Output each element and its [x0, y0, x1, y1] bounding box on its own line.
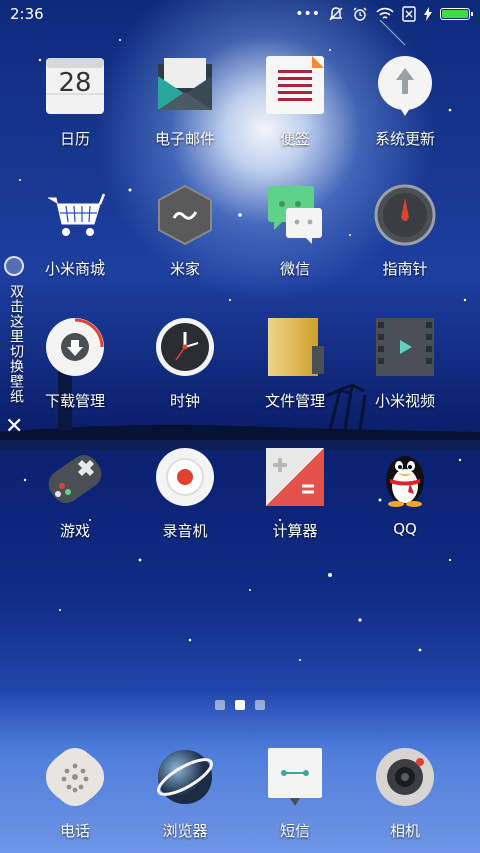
compass-icon	[374, 184, 436, 246]
clock-icon	[154, 316, 216, 378]
app-label: 小米商城	[44, 260, 105, 278]
app-download-manager[interactable]: 下载管理	[20, 316, 130, 436]
qq-penguin-icon	[374, 446, 436, 508]
recorder-icon	[154, 446, 216, 508]
app-system-update[interactable]: 系统更新	[350, 54, 460, 174]
status-bar: 2:36 •••	[0, 0, 480, 28]
notes-icon	[264, 54, 326, 116]
app-label: 电子邮件	[154, 130, 215, 148]
download-icon	[44, 316, 106, 378]
wallpaper-switch-hint[interactable]: 双击这里切换壁纸	[6, 284, 26, 404]
app-qq[interactable]: QQ	[350, 446, 460, 566]
app-compass[interactable]: 指南针	[350, 184, 460, 304]
app-file-manager[interactable]: 文件管理	[240, 316, 350, 436]
app-calculator[interactable]: 计算器	[240, 446, 350, 566]
app-label: 短信	[279, 822, 310, 840]
app-email[interactable]: 电子邮件	[130, 54, 240, 174]
dock-camera[interactable]: 相机	[350, 746, 460, 853]
status-time: 2:36	[10, 5, 44, 23]
dock-browser[interactable]: 浏览器	[130, 746, 240, 853]
app-mi-video[interactable]: 小米视频	[350, 316, 460, 436]
app-label: 微信	[279, 260, 310, 278]
app-label: 小米视频	[374, 392, 435, 410]
wifi-icon	[376, 7, 394, 21]
page-dot[interactable]	[215, 700, 225, 710]
shopping-cart-icon	[44, 184, 106, 246]
no-sim-icon	[402, 6, 416, 22]
mute-bell-icon	[328, 6, 344, 22]
app-label: 相机	[389, 822, 420, 840]
video-icon	[374, 316, 436, 378]
close-icon[interactable]: ✕	[5, 416, 23, 438]
dock-phone[interactable]: 电话	[20, 746, 130, 853]
home-screen: 2:36 ••• 28 日历 电子邮件 便签 系统更新 小米商城 米家 微信 指…	[0, 0, 480, 853]
app-label: 系统更新	[374, 130, 435, 148]
wallpaper-switch-handle[interactable]	[4, 256, 24, 276]
system-update-icon	[374, 54, 436, 116]
app-label: 文件管理	[264, 392, 325, 410]
phone-icon	[44, 746, 106, 808]
calendar-icon: 28	[44, 54, 106, 116]
app-calendar[interactable]: 28 日历	[20, 54, 130, 174]
mijia-icon	[154, 184, 216, 246]
app-label: 时钟	[169, 392, 200, 410]
file-manager-icon	[264, 316, 326, 378]
wallpaper-switch-overlay: 双击这里切换壁纸 ✕	[0, 256, 30, 446]
app-label: 电话	[59, 822, 90, 840]
gamepad-icon	[44, 446, 106, 508]
app-mi-store[interactable]: 小米商城	[20, 184, 130, 304]
app-label: QQ	[393, 520, 417, 538]
app-label: 指南针	[382, 260, 428, 278]
app-label: 下载管理	[44, 392, 105, 410]
charging-icon	[424, 7, 432, 21]
app-label: 计算器	[272, 522, 318, 540]
app-label: 浏览器	[162, 822, 208, 840]
camera-icon	[374, 746, 436, 808]
wechat-icon	[264, 184, 326, 246]
page-dot[interactable]	[255, 700, 265, 710]
app-games[interactable]: 游戏	[20, 446, 130, 566]
app-wechat[interactable]: 微信	[240, 184, 350, 304]
mail-icon	[154, 54, 216, 116]
app-notes[interactable]: 便签	[240, 54, 350, 174]
calculator-icon	[264, 446, 326, 508]
app-clock[interactable]: 时钟	[130, 316, 240, 436]
more-dots-icon: •••	[295, 6, 320, 22]
app-label: 游戏	[59, 522, 90, 540]
alarm-icon	[352, 6, 368, 22]
browser-icon	[154, 746, 216, 808]
dock-sms[interactable]: 短信	[240, 746, 350, 853]
page-indicator	[0, 700, 480, 710]
page-dot-active[interactable]	[235, 700, 245, 710]
app-label: 便签	[279, 130, 310, 148]
app-mijia[interactable]: 米家	[130, 184, 240, 304]
app-label: 录音机	[162, 522, 208, 540]
app-label: 米家	[169, 260, 200, 278]
app-recorder[interactable]: 录音机	[130, 446, 240, 566]
battery-icon	[440, 8, 473, 20]
calendar-date: 28	[58, 68, 92, 98]
app-label: 日历	[59, 130, 90, 148]
sms-icon	[264, 746, 326, 808]
